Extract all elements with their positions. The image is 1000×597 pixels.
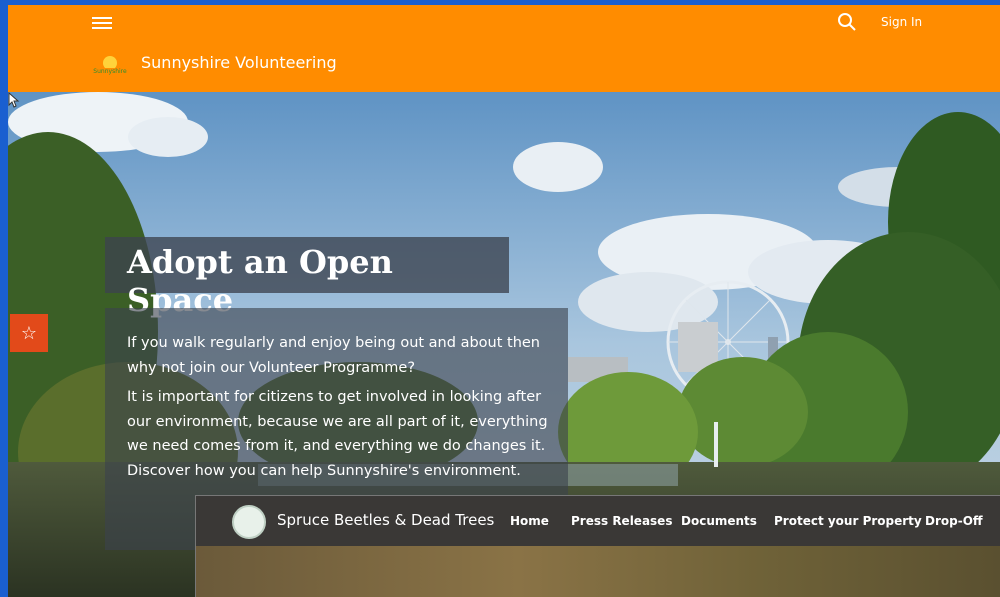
star-glyph: ☆ <box>20 322 38 344</box>
site-header: Sign In Sunnyshire Sunnyshire Volunteeri… <box>8 5 1000 92</box>
secondary-app-bar: Spruce Beetles & Dead Trees Home Press R… <box>195 495 1000 597</box>
sunnyshire-logo: Sunnyshire <box>93 56 127 75</box>
app-nav-strip: Spruce Beetles & Dead Trees Home Press R… <box>196 496 1000 546</box>
nav-documents[interactable]: Documents <box>681 514 757 528</box>
app-title[interactable]: Spruce Beetles & Dead Trees <box>277 511 494 529</box>
search-icon[interactable] <box>836 11 858 33</box>
hamburger-menu-icon[interactable] <box>92 14 112 30</box>
nav-drop-off[interactable]: Drop-Off <box>925 514 983 528</box>
sign-in-link[interactable]: Sign In <box>881 15 922 29</box>
browser-viewport: Sign In Sunnyshire Sunnyshire Volunteeri… <box>8 5 1000 597</box>
nav-press-releases[interactable]: Press Releases <box>571 514 672 528</box>
nav-home[interactable]: Home <box>510 514 549 528</box>
star-icon[interactable]: ☆ <box>10 314 48 352</box>
svg-text:Sunnyshire: Sunnyshire <box>93 68 127 75</box>
hero-title-panel: Adopt an Open Space <box>105 237 509 319</box>
mouse-cursor-icon <box>8 92 20 108</box>
app-hero-image <box>196 546 1000 597</box>
app-logo-icon[interactable] <box>232 505 266 539</box>
site-title[interactable]: Sunnyshire Volunteering <box>141 53 337 72</box>
nav-protect-your-property[interactable]: Protect your Property <box>774 514 922 528</box>
hero-paragraph-1: If you walk regularly and enjoy being ou… <box>127 335 540 376</box>
hero-paragraph-2: It is important for citizens to get invo… <box>127 389 548 479</box>
